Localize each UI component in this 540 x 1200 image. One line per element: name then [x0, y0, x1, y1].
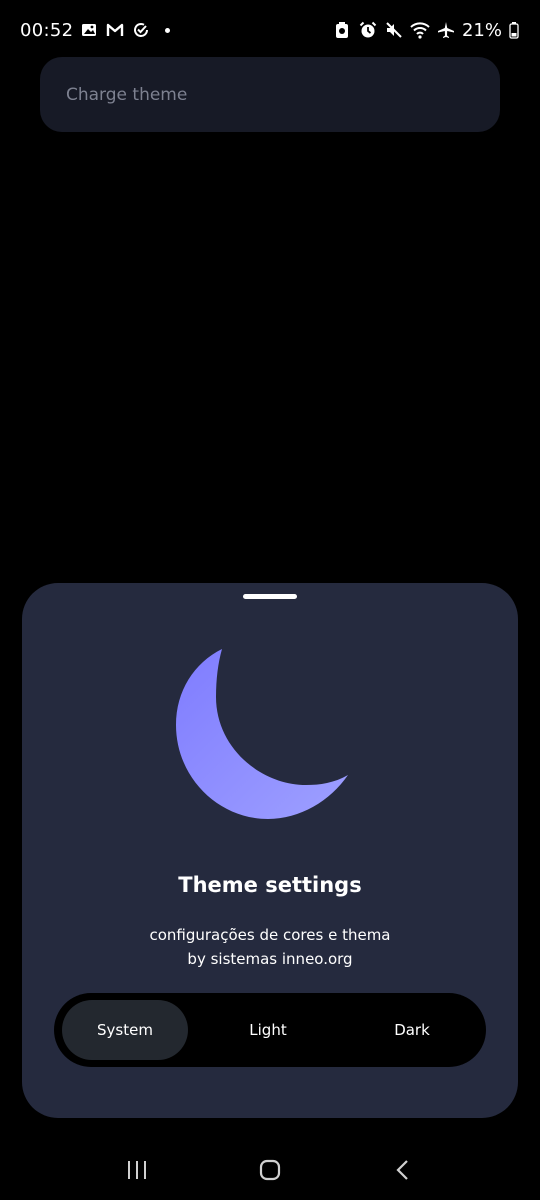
battery-percentage: 21%: [461, 19, 502, 41]
theme-option-dark[interactable]: Dark: [348, 1000, 476, 1060]
gallery-icon: [79, 20, 99, 40]
battery-saver-icon: [332, 20, 352, 40]
home-icon[interactable]: [250, 1150, 290, 1190]
recents-icon[interactable]: [117, 1150, 157, 1190]
mute-icon: [384, 20, 404, 40]
back-icon[interactable]: [383, 1150, 423, 1190]
status-bar: 00:52 21%: [0, 0, 540, 60]
sheet-title: Theme settings: [178, 873, 362, 897]
sheet-subtitle-line2: by sistemas inneo.org: [187, 950, 353, 968]
screen: 00:52 21% Charge theme Theme settings co…: [0, 0, 540, 1200]
charge-theme-label: Charge theme: [66, 84, 188, 105]
status-time: 00:52: [20, 19, 74, 41]
alarm-icon: [358, 20, 378, 40]
moon-icon: [176, 649, 348, 819]
airplane-icon: [436, 20, 456, 40]
sheet-subtitle-line1: configurações de cores e thema: [149, 926, 391, 944]
status-right: 21%: [332, 20, 520, 41]
charge-theme-pill[interactable]: Charge theme: [40, 57, 500, 132]
theme-settings-sheet: Theme settings configurações de cores e …: [22, 583, 518, 1118]
sheet-drag-handle[interactable]: [243, 594, 297, 599]
sheet-subtitle: configurações de cores e thema by sistem…: [22, 923, 518, 971]
gmail-icon: [105, 20, 125, 40]
battery-icon: [508, 20, 520, 40]
notification-dot: [165, 27, 171, 33]
wifi-icon: [410, 20, 430, 40]
theme-option-light[interactable]: Light: [188, 1000, 348, 1060]
theme-option-system[interactable]: System: [62, 1000, 188, 1060]
status-left: 00:52: [20, 19, 171, 41]
theme-segmented-control: System Light Dark: [54, 993, 486, 1067]
navigation-bar: [0, 1140, 540, 1200]
check-circle-icon: [131, 20, 151, 40]
